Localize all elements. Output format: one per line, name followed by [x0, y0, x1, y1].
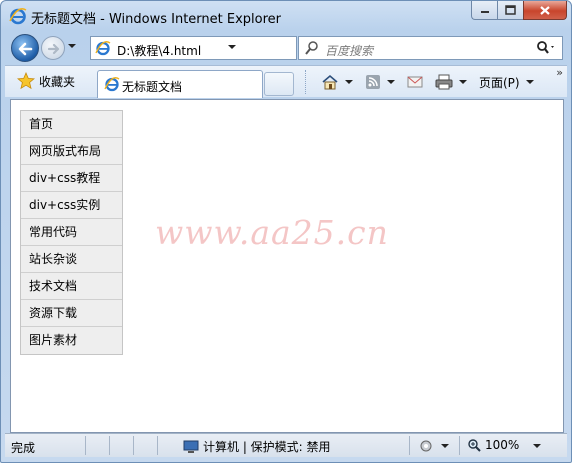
favorites-label: 收藏夹 — [39, 74, 76, 89]
zoom-dropdown-icon[interactable] — [533, 444, 541, 448]
mail-icon — [407, 76, 423, 88]
computer-icon — [183, 440, 199, 453]
maximize-icon — [505, 5, 516, 15]
forward-arrow-icon — [47, 43, 60, 55]
feeds-button[interactable] — [360, 71, 400, 93]
address-dropdown-icon[interactable] — [228, 45, 236, 49]
zoom-icon — [468, 439, 481, 452]
mail-button[interactable] — [402, 71, 428, 93]
menu-item-layout[interactable]: 网页版式布局 — [21, 138, 122, 165]
search-icon[interactable] — [536, 40, 556, 56]
printer-icon — [435, 74, 453, 90]
address-bar[interactable]: D:\教程\4.html ⇆ ✕ — [90, 36, 376, 62]
search-box[interactable]: 百度搜索 — [298, 36, 563, 60]
protected-mode-button[interactable] — [419, 439, 449, 453]
zoom-button[interactable]: 100% — [467, 438, 519, 452]
print-button[interactable] — [430, 71, 472, 93]
home-dropdown-icon[interactable] — [345, 80, 353, 84]
new-tab-button[interactable] — [264, 72, 294, 96]
recent-pages-dropdown-icon[interactable] — [68, 44, 76, 48]
command-bar: 页面(P) — [305, 70, 539, 94]
menu-item-home[interactable]: 首页 — [21, 111, 122, 138]
menu-item-common-code[interactable]: 常用代码 — [21, 219, 122, 246]
status-divider — [109, 436, 110, 455]
browser-window: 无标题文档 - Windows Internet Explorer D:\教程\… — [0, 0, 572, 463]
page-menu-dropdown-icon — [525, 80, 534, 84]
home-icon — [322, 74, 338, 90]
status-divider — [409, 436, 410, 455]
tab-ie-icon — [104, 77, 120, 92]
maximize-button[interactable] — [497, 1, 523, 20]
minimize-icon — [480, 11, 489, 13]
protected-mode-dropdown-icon — [441, 444, 449, 448]
more-commands-chevron-icon[interactable]: » — [556, 66, 563, 79]
home-button[interactable] — [316, 71, 358, 93]
nav-menu: 首页 网页版式布局 div+css教程 div+css实例 常用代码 站长杂谈 … — [20, 110, 123, 355]
star-icon — [17, 72, 35, 90]
rss-feed-icon — [366, 75, 380, 89]
status-divider — [85, 436, 86, 455]
status-text: 完成 — [11, 441, 36, 455]
navigation-bar: D:\教程\4.html ⇆ ✕ 百度搜索 — [1, 32, 571, 64]
menu-item-divcss-tutorial[interactable]: div+css教程 — [21, 165, 122, 192]
page-ie-icon — [95, 41, 111, 56]
back-arrow-icon — [18, 42, 33, 56]
gear-shield-icon — [420, 440, 432, 452]
forward-button[interactable] — [41, 36, 65, 60]
print-dropdown-icon[interactable] — [459, 80, 467, 84]
menu-item-tech-docs[interactable]: 技术文档 — [21, 273, 122, 300]
menu-item-webmaster-talk[interactable]: 站长杂谈 — [21, 246, 122, 273]
close-button[interactable] — [523, 1, 567, 20]
minimize-button[interactable] — [471, 1, 497, 20]
tab-label: 无标题文档 — [122, 80, 183, 94]
zone-label: 计算机 | 保护模式: 禁用 — [203, 440, 331, 454]
page-menu-label: 页面(P) — [479, 75, 520, 90]
favorites-tab-bar: 收藏夹 无标题文档 页面(P) » — [5, 65, 567, 98]
close-icon — [540, 5, 550, 15]
back-button[interactable] — [11, 34, 39, 62]
status-divider — [459, 436, 460, 455]
ie-logo-icon — [9, 8, 27, 25]
watermark: www.aa25.cn — [155, 213, 389, 252]
search-input[interactable]: 百度搜索 — [325, 42, 373, 59]
tab-active[interactable]: 无标题文档 — [97, 70, 263, 98]
search-provider-icon — [305, 41, 318, 55]
status-divider — [133, 436, 134, 455]
address-input[interactable]: D:\教程\4.html — [117, 42, 201, 59]
status-bar: 完成 计算机 | 保护模式: 禁用 100% — [5, 433, 567, 457]
menu-item-divcss-examples[interactable]: div+css实例 — [21, 192, 122, 219]
favorites-button[interactable]: 收藏夹 — [5, 66, 93, 96]
zoom-level: 100% — [485, 438, 520, 452]
menu-item-images[interactable]: 图片素材 — [21, 327, 122, 354]
caption-buttons — [471, 1, 567, 21]
window-title: 无标题文档 - Windows Internet Explorer — [31, 12, 281, 27]
title-bar[interactable]: 无标题文档 - Windows Internet Explorer — [1, 1, 571, 31]
menu-item-downloads[interactable]: 资源下载 — [21, 300, 122, 327]
page-menu-button[interactable]: 页面(P) — [474, 71, 539, 93]
status-divider — [157, 436, 158, 455]
page-content: 首页 网页版式布局 div+css教程 div+css实例 常用代码 站长杂谈 … — [10, 99, 564, 433]
feeds-dropdown-icon[interactable] — [387, 80, 395, 84]
security-zone[interactable]: 计算机 | 保护模式: 禁用 — [183, 438, 331, 455]
